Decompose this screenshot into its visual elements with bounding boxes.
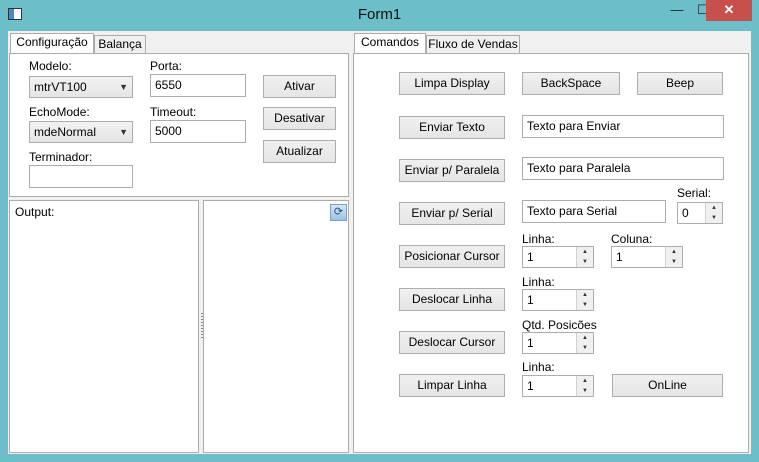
texto-enviar-input[interactable]: Texto para Enviar [522, 115, 724, 138]
posicionar-cursor-button[interactable]: Posicionar Cursor [399, 245, 505, 268]
chevron-down-icon: ▼ [119, 82, 128, 92]
serial-label: Serial: [677, 186, 712, 200]
texto-serial-input[interactable]: Texto para Serial [522, 200, 666, 223]
deslocar-linha-button[interactable]: Deslocar Linha [399, 288, 505, 311]
timeout-label: Timeout: [150, 105, 197, 119]
spin-down-icon[interactable]: ▼ [666, 257, 682, 267]
echomode-label: EchoMode: [29, 105, 90, 119]
client-area: Configuração Balança Modelo: mtrVT100 ▼ … [8, 31, 751, 454]
spin-down-icon[interactable]: ▼ [577, 300, 593, 310]
pos-coluna-value: 1 [616, 250, 623, 264]
pos-linha-value: 1 [527, 250, 534, 264]
spin-down-icon[interactable]: ▼ [706, 213, 722, 223]
linha-label: Linha: [522, 232, 555, 246]
pos-coluna-stepper[interactable]: 1 ▲ ▼ [611, 246, 683, 268]
echomode-value: mdeNormal [34, 125, 97, 139]
spin-arrows: ▲ ▼ [665, 247, 682, 267]
atualizar-button[interactable]: Atualizar [263, 140, 336, 163]
desl-linha-value: 1 [527, 293, 534, 307]
enviar-texto-button[interactable]: Enviar Texto [399, 116, 505, 139]
qtd-posicoes-stepper[interactable]: 1 ▲ ▼ [522, 332, 594, 354]
close-button[interactable]: ✕ [706, 0, 752, 21]
comandos-panel: Limpa Display BackSpace Beep Enviar Text… [353, 53, 749, 453]
tab-comandos[interactable]: Comandos [354, 33, 426, 54]
serial-stepper[interactable]: 0 ▲ ▼ [677, 202, 723, 224]
spin-arrows: ▲ ▼ [705, 203, 722, 223]
app-window: Form1 — ☐ ✕ Configuração Balança Modelo:… [0, 0, 759, 462]
texto-paralela-input[interactable]: Texto para Paralela [522, 157, 724, 180]
tab-configuracao[interactable]: Configuração [10, 33, 94, 54]
limpar-linha-button[interactable]: Limpar Linha [399, 374, 505, 397]
qtd-posicoes-label: Qtd. Posicões [522, 318, 597, 332]
coluna-label: Coluna: [611, 232, 653, 246]
terminador-input[interactable] [29, 165, 133, 188]
porta-label: Porta: [150, 59, 183, 73]
secondary-output-area[interactable] [203, 200, 349, 453]
spin-arrows: ▲ ▼ [576, 290, 593, 310]
minimize-button[interactable]: — [664, 0, 690, 21]
spin-arrows: ▲ ▼ [576, 247, 593, 267]
limpar-linha-value: 1 [527, 379, 534, 393]
deslocar-cursor-button[interactable]: Deslocar Cursor [399, 331, 505, 354]
output-label: Output: [15, 205, 55, 219]
limpar-linha-stepper[interactable]: 1 ▲ ▼ [522, 375, 594, 397]
chevron-down-icon: ▼ [119, 127, 128, 137]
configuracao-panel: Modelo: mtrVT100 ▼ Porta: 6550 EchoMode:… [9, 53, 349, 197]
output-textarea[interactable]: Output: [9, 200, 199, 453]
online-button[interactable]: OnLine [612, 374, 723, 397]
desl-linha-label: Linha: [522, 275, 555, 289]
pos-linha-stepper[interactable]: 1 ▲ ▼ [522, 246, 594, 268]
limpar-linha-label: Linha: [522, 360, 555, 374]
porta-input[interactable]: 6550 [150, 74, 246, 97]
qtd-posicoes-value: 1 [527, 336, 534, 350]
serial-value: 0 [682, 206, 689, 220]
terminador-label: Terminador: [29, 150, 93, 164]
desl-linha-stepper[interactable]: 1 ▲ ▼ [522, 289, 594, 311]
ativar-button[interactable]: Ativar [263, 75, 336, 98]
echomode-select[interactable]: mdeNormal ▼ [29, 121, 133, 143]
tab-fluxo-de-vendas[interactable]: Fluxo de Vendas [426, 35, 520, 54]
enviar-paralela-button[interactable]: Enviar p/ Paralela [399, 159, 505, 182]
refresh-icon[interactable]: ⟳ [330, 204, 347, 221]
spin-down-icon[interactable]: ▼ [577, 386, 593, 396]
beep-button[interactable]: Beep [637, 72, 723, 95]
timeout-input[interactable]: 5000 [150, 120, 246, 143]
limpa-display-button[interactable]: Limpa Display [399, 72, 505, 95]
title-bar[interactable]: Form1 — ☐ ✕ [0, 0, 759, 30]
spin-arrows: ▲ ▼ [576, 333, 593, 353]
modelo-value: mtrVT100 [34, 80, 87, 94]
desativar-button[interactable]: Desativar [263, 107, 336, 130]
modelo-label: Modelo: [29, 59, 72, 73]
spin-arrows: ▲ ▼ [576, 376, 593, 396]
tab-balanca[interactable]: Balança [94, 35, 146, 54]
backspace-button[interactable]: BackSpace [522, 72, 620, 95]
modelo-select[interactable]: mtrVT100 ▼ [29, 76, 133, 98]
spin-down-icon[interactable]: ▼ [577, 343, 593, 353]
spin-down-icon[interactable]: ▼ [577, 257, 593, 267]
enviar-serial-button[interactable]: Enviar p/ Serial [399, 202, 505, 225]
window-title: Form1 [357, 6, 402, 23]
